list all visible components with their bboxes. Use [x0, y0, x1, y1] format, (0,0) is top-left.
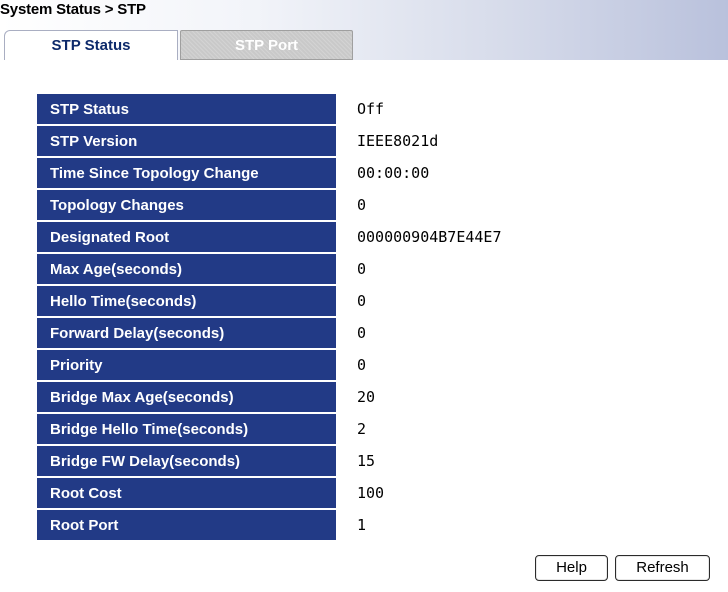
table-row: Bridge Hello Time(seconds) 2 [37, 414, 692, 444]
row-label: Bridge Max Age(seconds) [37, 382, 336, 412]
row-label: Bridge FW Delay(seconds) [37, 446, 336, 476]
breadcrumb: System Status > STP [0, 1, 146, 18]
row-label: Topology Changes [37, 190, 336, 220]
row-value: IEEE8021d [338, 126, 692, 156]
row-value: 0 [338, 286, 692, 316]
row-value: 1 [338, 510, 692, 540]
table-row: STP Status Off [37, 94, 692, 124]
row-label: Time Since Topology Change [37, 158, 336, 188]
refresh-button[interactable]: Refresh [615, 555, 710, 581]
row-value: 000000904B7E44E7 [338, 222, 692, 252]
row-value: 15 [338, 446, 692, 476]
table-row: Designated Root 000000904B7E44E7 [37, 222, 692, 252]
table-row: Forward Delay(seconds) 0 [37, 318, 692, 348]
table-row: Bridge Max Age(seconds) 20 [37, 382, 692, 412]
stp-status-table: STP Status Off STP Version IEEE8021d Time Si… [37, 92, 692, 542]
row-value: 2 [338, 414, 692, 444]
tab-label: STP Port [234, 37, 299, 54]
help-button[interactable]: Help [535, 555, 608, 581]
table-row: Topology Changes 0 [37, 190, 692, 220]
row-value: 20 [338, 382, 692, 412]
table-row: Max Age(seconds) 0 [37, 254, 692, 284]
table-row: Bridge FW Delay(seconds) 15 [37, 446, 692, 476]
row-value: 100 [338, 478, 692, 508]
table-row: Time Since Topology Change 00:00:00 [37, 158, 692, 188]
row-label: Max Age(seconds) [37, 254, 336, 284]
table-row: Hello Time(seconds) 0 [37, 286, 692, 316]
row-label: STP Status [37, 94, 336, 124]
table-row: Priority 0 [37, 350, 692, 380]
row-label: Forward Delay(seconds) [37, 318, 336, 348]
row-label: STP Version [37, 126, 336, 156]
table-row: STP Version IEEE8021d [37, 126, 692, 156]
table-row: Root Cost 100 [37, 478, 692, 508]
row-value: 0 [338, 318, 692, 348]
row-value: Off [338, 94, 692, 124]
tab-stp-port[interactable]: STP Port [180, 30, 353, 60]
row-label: Bridge Hello Time(seconds) [37, 414, 336, 444]
row-value: 0 [338, 350, 692, 380]
tab-label: STP Status [51, 37, 131, 54]
row-label: Designated Root [37, 222, 336, 252]
row-label: Hello Time(seconds) [37, 286, 336, 316]
row-value: 0 [338, 190, 692, 220]
row-label: Root Cost [37, 478, 336, 508]
row-label: Root Port [37, 510, 336, 540]
table-row: Root Port 1 [37, 510, 692, 540]
row-value: 0 [338, 254, 692, 284]
content-panel: STP Status Off STP Version IEEE8021d Time Si… [0, 60, 728, 592]
row-label: Priority [37, 350, 336, 380]
tab-stp-status[interactable]: STP Status [4, 30, 178, 60]
row-value: 00:00:00 [338, 158, 692, 188]
